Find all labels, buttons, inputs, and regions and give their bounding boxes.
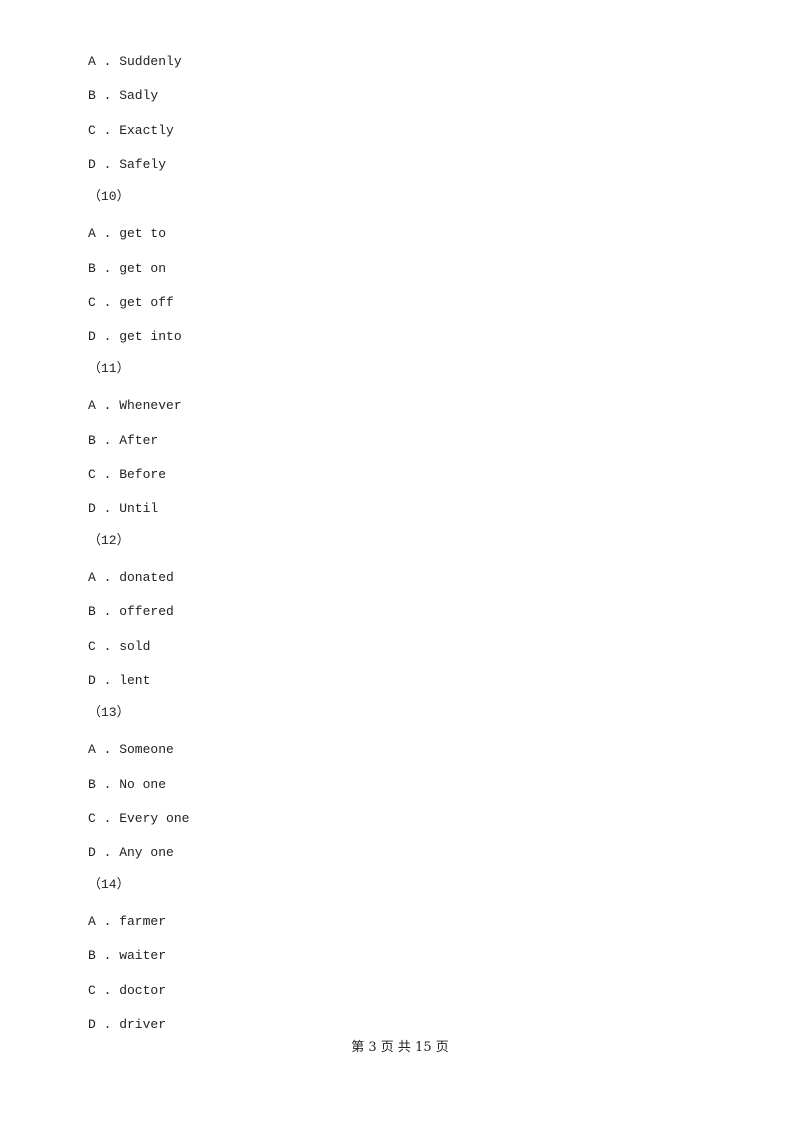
question-number: （13） [88, 705, 130, 720]
answer-option: D . driver [88, 1017, 167, 1032]
answer-option: C . Every one [88, 811, 190, 826]
answer-option: D . Any one [88, 845, 174, 860]
answer-option: B . offered [88, 604, 174, 619]
answer-option: A . donated [88, 570, 174, 585]
answer-option: B . get on [88, 261, 167, 276]
question-number: （12） [88, 533, 130, 548]
answer-option: A . get to [88, 226, 167, 241]
answer-option: C . Before [88, 467, 167, 482]
question-number: （14） [88, 877, 130, 892]
answer-option: A . Someone [88, 742, 174, 757]
answer-option: D . Until [88, 501, 159, 516]
answer-option: B . waiter [88, 948, 167, 963]
answer-option: C . Exactly [88, 123, 174, 138]
answer-option: A . farmer [88, 914, 167, 929]
answer-option: D . Safely [88, 157, 167, 172]
question-number: （10） [88, 189, 130, 204]
answer-option: C . sold [88, 639, 151, 654]
page-footer: 第 3 页 共 15 页 [351, 1040, 449, 1055]
answer-option: C . doctor [88, 983, 167, 998]
answer-option: A . Whenever [88, 398, 182, 413]
answer-option: D . lent [88, 673, 151, 688]
answer-option: D . get into [88, 329, 182, 344]
answer-option: B . Sadly [88, 88, 159, 103]
answer-option: B . No one [88, 777, 167, 792]
answer-option: B . After [88, 433, 159, 448]
question-number: （11） [88, 361, 130, 376]
answer-option: C . get off [88, 295, 174, 310]
answer-option: A . Suddenly [88, 54, 182, 69]
